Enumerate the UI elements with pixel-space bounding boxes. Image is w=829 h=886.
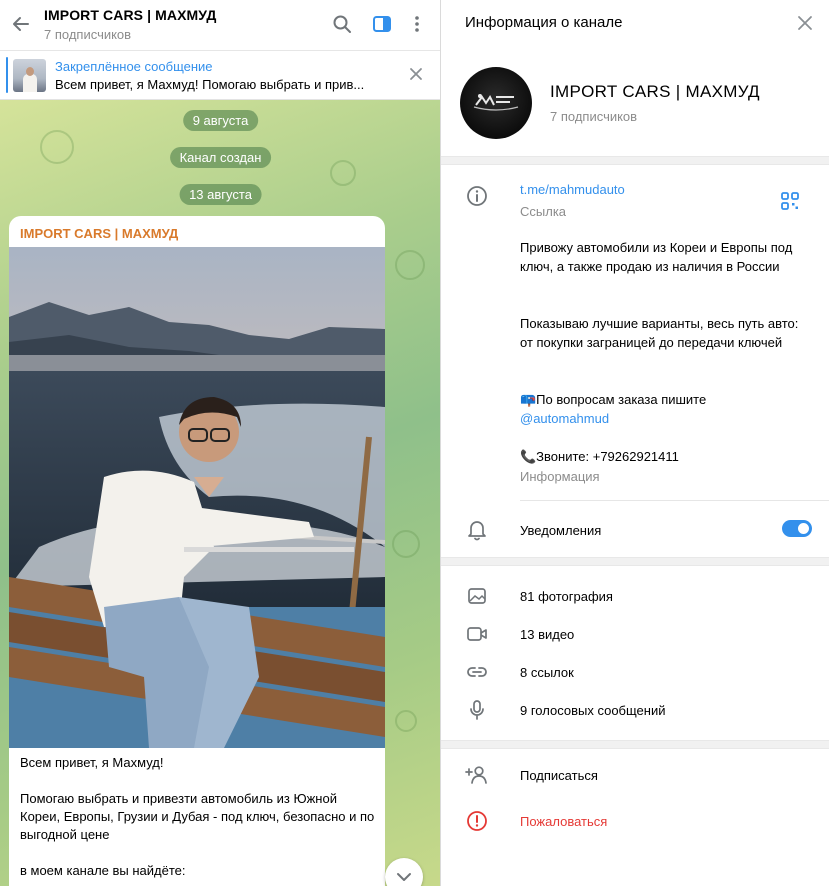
description-contact: 📪По вопросам заказа пишите @automahmud bbox=[520, 390, 810, 428]
chat-header: IMPORT CARS | МАХМУД 7 подписчиков bbox=[0, 0, 441, 51]
description-paragraph: Показываю лучшие варианты, весь путь авт… bbox=[520, 316, 799, 350]
username-link[interactable]: @automahmud bbox=[520, 411, 609, 426]
pinned-title: Закреплённое сообщение bbox=[55, 59, 213, 74]
link-caption: Ссылка bbox=[520, 204, 567, 219]
description-phone[interactable]: 📞Звоните: +79262921411 bbox=[520, 447, 810, 466]
message-text: Всем привет, я Махмуд! Помогаю выбрать и… bbox=[20, 755, 375, 878]
media-photos[interactable]: 81 фотография bbox=[520, 589, 613, 604]
sidebar-icon bbox=[373, 16, 391, 32]
row-divider bbox=[520, 500, 829, 501]
channel-avatar[interactable] bbox=[460, 67, 532, 139]
media-voice[interactable]: 9 голосовых сообщений bbox=[520, 703, 665, 718]
channel-logo bbox=[473, 94, 519, 111]
pinned-message-bar[interactable]: Закреплённое сообщение Всем привет, я Ма… bbox=[0, 51, 441, 100]
link-icon bbox=[465, 660, 489, 684]
channel-link[interactable]: t.me/mahmudauto bbox=[520, 182, 625, 197]
microphone-icon bbox=[465, 698, 489, 722]
channel-name: IMPORT CARS | МАХМУД bbox=[550, 82, 760, 101]
date-separator: 13 августа bbox=[179, 184, 262, 205]
pinned-text: Всем привет, я Махмуд! Помогаю выбрать и… bbox=[55, 77, 365, 92]
arrow-left-icon bbox=[13, 17, 29, 31]
photo-icon bbox=[465, 584, 489, 608]
chevron-down-icon bbox=[397, 873, 411, 881]
section-separator bbox=[441, 557, 829, 566]
contact-prefix: 📪По вопросам заказа пишите bbox=[520, 392, 707, 407]
pinned-thumbnail bbox=[13, 59, 46, 92]
description-caption: Информация bbox=[520, 469, 600, 484]
video-icon bbox=[465, 622, 489, 646]
qr-code-icon bbox=[781, 192, 799, 210]
date-separator: 9 августа bbox=[182, 110, 259, 131]
close-info-button[interactable] bbox=[793, 11, 817, 35]
unpin-button[interactable] bbox=[406, 64, 426, 84]
section-separator bbox=[441, 156, 829, 165]
chat-subtitle: 7 подписчиков bbox=[44, 27, 132, 42]
report-button[interactable]: Пожаловаться bbox=[520, 814, 607, 829]
notifications-toggle[interactable] bbox=[782, 520, 812, 537]
description-paragraph: Привожу автомобили из Кореи и Европы под… bbox=[520, 240, 793, 274]
qr-code-button[interactable] bbox=[780, 191, 800, 211]
report-icon bbox=[465, 809, 489, 833]
chat-pane: 9 августа Канал создан 13 августа IMPORT… bbox=[0, 0, 441, 886]
message-photo[interactable] bbox=[9, 247, 385, 748]
section-separator bbox=[441, 740, 829, 749]
service-message-channel-created: Канал создан bbox=[169, 147, 272, 168]
chat-title[interactable]: IMPORT CARS | МАХМУД bbox=[44, 7, 216, 23]
message-author[interactable]: IMPORT CARS | МАХМУД bbox=[20, 226, 178, 241]
channel-subscribers: 7 подписчиков bbox=[550, 109, 638, 124]
search-button[interactable] bbox=[330, 12, 354, 36]
pinned-indicator bbox=[6, 57, 8, 93]
info-panel-title: Информация о канале bbox=[465, 14, 623, 31]
message-bubble[interactable]: IMPORT CARS | МАХМУД Всем привет, я Махм… bbox=[9, 216, 385, 886]
close-icon bbox=[410, 68, 422, 80]
toggle-info-panel-button[interactable] bbox=[370, 12, 394, 36]
media-links[interactable]: 8 ссылок bbox=[520, 665, 574, 680]
search-icon bbox=[333, 15, 351, 33]
add-user-icon bbox=[465, 763, 489, 787]
subscribe-button[interactable]: Подписаться bbox=[520, 768, 598, 783]
media-videos[interactable]: 13 видео bbox=[520, 627, 574, 642]
info-icon bbox=[465, 184, 489, 208]
channel-info-panel: Информация о канале IMPORT CARS | МАХМУД… bbox=[441, 0, 829, 886]
more-menu-button[interactable] bbox=[405, 12, 429, 36]
notifications-label: Уведомления bbox=[520, 523, 602, 538]
back-button[interactable] bbox=[8, 11, 34, 37]
more-vertical-icon bbox=[415, 16, 419, 32]
bell-icon bbox=[465, 518, 489, 542]
close-icon bbox=[798, 16, 812, 30]
